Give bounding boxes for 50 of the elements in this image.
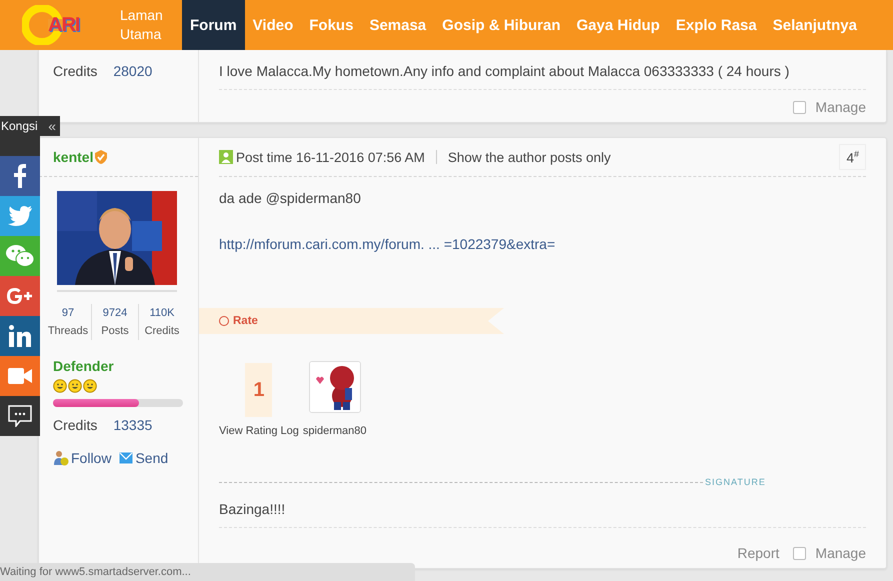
chat-bubbles-icon bbox=[6, 245, 34, 267]
stat-value[interactable]: 110K bbox=[150, 304, 174, 322]
credits-value: 28020 bbox=[113, 63, 152, 79]
post-time: Post time 16-11-2016 07:56 AM bbox=[236, 150, 425, 164]
nav-tab[interactable]: Forum bbox=[182, 0, 245, 50]
username[interactable]: kentel bbox=[53, 149, 94, 165]
bird-icon bbox=[8, 206, 32, 226]
credits-label: Credits bbox=[53, 417, 98, 433]
user-rank: Defender bbox=[53, 358, 115, 374]
collapse-icon[interactable]: « bbox=[48, 118, 56, 134]
mail-icon bbox=[119, 452, 134, 464]
share-tab[interactable]: Kongsi « bbox=[0, 116, 60, 136]
comment-icon bbox=[8, 405, 32, 427]
user-icon bbox=[219, 150, 233, 164]
google-plus-icon bbox=[6, 287, 34, 305]
stat-label[interactable]: Threads bbox=[48, 322, 88, 340]
action-link[interactable]: Send bbox=[119, 450, 168, 466]
author-posts-link[interactable]: Show the author posts only bbox=[448, 150, 611, 164]
status-text: Waiting for www5.smartadserver.com... bbox=[0, 566, 191, 578]
stat-value[interactable]: 9724 bbox=[102, 304, 128, 322]
rate-button[interactable]: Rate bbox=[219, 315, 258, 327]
manage-checkbox[interactable]: Manage bbox=[793, 545, 866, 561]
share-label: Kongsi bbox=[1, 119, 38, 133]
share-button[interactable] bbox=[0, 156, 40, 196]
post-link[interactable]: http://mforum.cari.com.my/forum. ... =1022379&extra= bbox=[219, 236, 556, 252]
post-text: da ade @spiderman80 bbox=[219, 190, 362, 206]
signature-text: Bazinga!!!! bbox=[219, 501, 866, 528]
manage-checkbox[interactable]: Manage bbox=[793, 99, 866, 115]
smiley-icon bbox=[68, 379, 82, 393]
stat-label[interactable]: Credits bbox=[144, 322, 180, 340]
signature-text: I love Malacca.My hometown.Any info and complaint about Malacca 063333333 ( 24 hours ) bbox=[219, 63, 866, 90]
share-button[interactable] bbox=[0, 316, 40, 356]
signature-label: SIGNATURE bbox=[705, 477, 766, 487]
action-link[interactable]: Follow bbox=[53, 450, 112, 466]
stat-label[interactable]: Posts bbox=[101, 322, 129, 340]
rater-name[interactable]: spiderman80 bbox=[302, 425, 366, 437]
linkedin-icon bbox=[9, 325, 31, 347]
smiley-icon bbox=[53, 379, 67, 393]
smiley-icon bbox=[83, 379, 97, 393]
credits-value: 13335 bbox=[113, 417, 152, 433]
user-follow-icon bbox=[53, 450, 69, 466]
post-number[interactable]: 4$^{#}$ bbox=[839, 144, 866, 170]
facebook-icon bbox=[13, 164, 27, 188]
stat-value[interactable]: 97 bbox=[62, 304, 74, 322]
credits-label: Credits bbox=[53, 63, 98, 79]
checkbox[interactable] bbox=[793, 546, 806, 560]
checkbox[interactable] bbox=[793, 100, 806, 114]
rating-log-link[interactable]: View Rating Log bbox=[219, 425, 299, 437]
video-camera-icon bbox=[8, 368, 32, 384]
report-link[interactable]: Report bbox=[737, 545, 780, 561]
